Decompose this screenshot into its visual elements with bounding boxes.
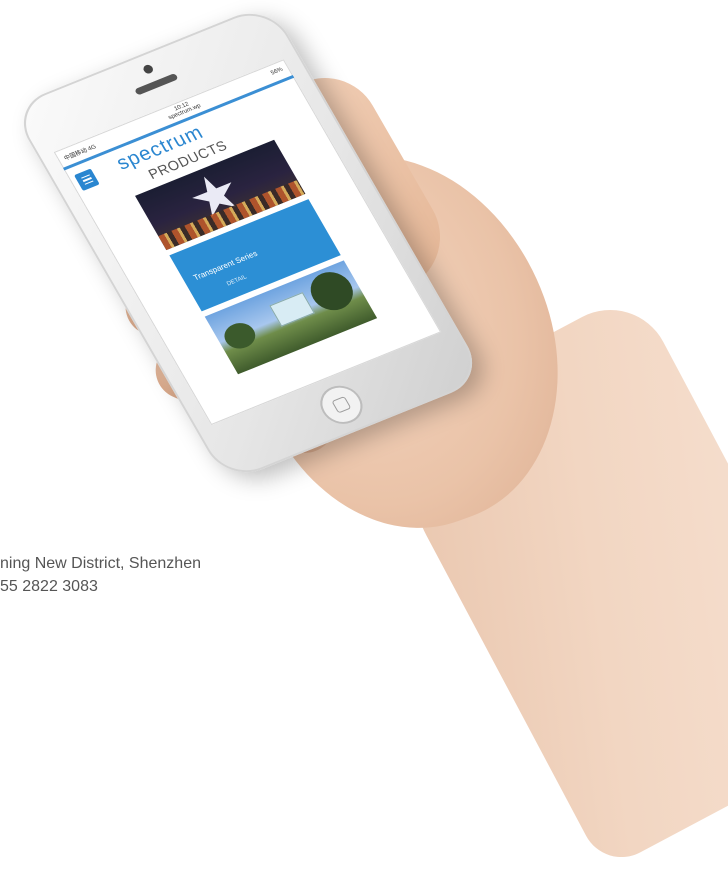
home-button-icon[interactable] — [312, 379, 371, 430]
product-photo: 中国移动 4G 10:12 spectrum.wp 56% spectrum P… — [0, 0, 728, 871]
menu-icon[interactable] — [73, 168, 100, 192]
phone-screen: 中国移动 4G 10:12 spectrum.wp 56% spectrum P… — [53, 59, 442, 426]
address-line: ning New District, Shenzhen — [0, 555, 201, 572]
product-card-title: Transparent Series — [191, 248, 260, 283]
contact-info: ning New District, Shenzhen 55 2822 3083 — [0, 552, 201, 598]
phone-line: 55 2822 3083 — [0, 578, 98, 595]
earpiece-speaker — [134, 72, 179, 96]
billboard — [269, 292, 315, 327]
tree-left — [219, 318, 261, 353]
front-camera — [141, 63, 155, 75]
battery-label: 56% — [270, 66, 285, 77]
detail-link[interactable]: DETAIL — [226, 274, 248, 287]
